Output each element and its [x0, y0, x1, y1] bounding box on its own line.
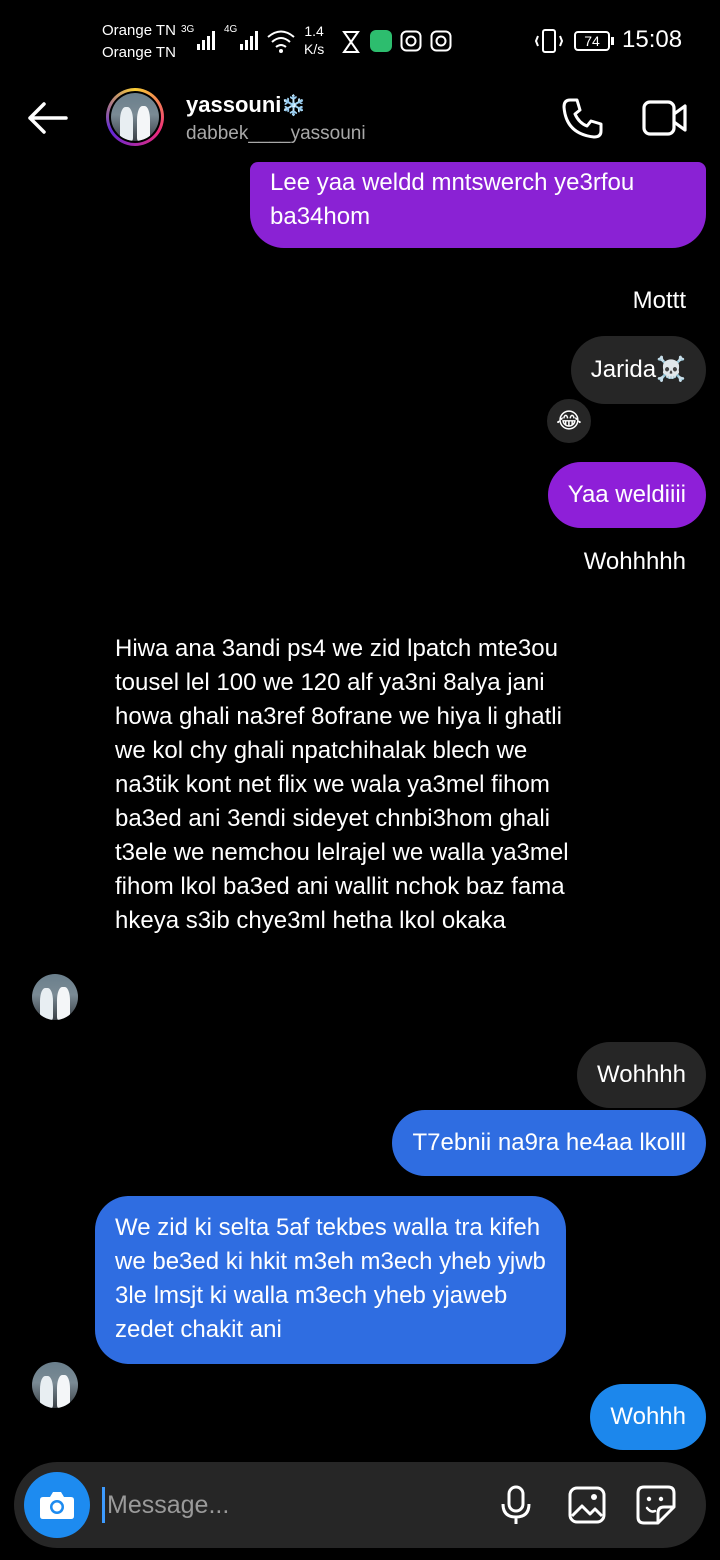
camera-button[interactable] — [24, 1472, 90, 1538]
gallery-icon[interactable] — [568, 1486, 606, 1524]
app-notification-icon — [370, 30, 392, 52]
snowflake-badge: ❄️ — [281, 95, 307, 117]
contact-avatar[interactable] — [32, 1362, 78, 1408]
microphone-icon[interactable] — [500, 1485, 532, 1525]
profile-avatar[interactable] — [106, 88, 164, 146]
reaction-badge[interactable]: 😂 — [544, 396, 594, 446]
hourglass-icon — [342, 31, 360, 53]
message-input[interactable]: Message... — [107, 1491, 500, 1520]
phone-icon[interactable] — [560, 96, 604, 140]
message-received[interactable]: We zid ki selta 5af tekbes walla tra kif… — [95, 1196, 566, 1364]
sticker-icon[interactable] — [636, 1485, 676, 1525]
camera-icon — [40, 1492, 74, 1519]
avatar — [111, 93, 159, 141]
message-sent[interactable]: Mottt — [633, 284, 686, 318]
message-received[interactable]: Hiwa ana 3andi ps4 we zid lpatch mte3ou … — [115, 632, 590, 938]
battery-icon: 74 — [574, 31, 610, 51]
message-sent[interactable]: Wohhhh — [577, 1042, 706, 1108]
instagram-notification-icon — [400, 30, 422, 52]
message-composer: Message... — [14, 1462, 706, 1548]
carrier-2: Orange TN — [102, 44, 176, 61]
message-sent[interactable]: Yaa weldiiii — [547, 462, 706, 528]
text-cursor — [102, 1487, 105, 1523]
contact-handle: dabbek____yassouni — [186, 123, 366, 144]
network-speed: 1.4 K/s — [304, 23, 325, 57]
contact-avatar[interactable] — [32, 974, 78, 1020]
message-sent[interactable]: Jarida☠️ — [570, 336, 706, 404]
battery-tip — [611, 37, 614, 45]
message-sent[interactable]: T7ebnii na9ra he4aa lkolll — [392, 1110, 706, 1176]
contact-name[interactable]: yassouni❄️ — [186, 92, 306, 118]
wifi-icon — [267, 30, 295, 53]
message-sent[interactable]: Wohhh — [590, 1384, 706, 1450]
back-arrow-icon[interactable] — [26, 100, 68, 136]
instagram-notification-icon-2 — [430, 30, 452, 52]
vibrate-icon — [534, 29, 564, 53]
video-icon[interactable] — [642, 98, 688, 138]
message-sent[interactable]: Lee yaa weldd mntswerch ye3rfou ba34hom — [250, 162, 706, 248]
carrier-1: Orange TN — [102, 22, 176, 39]
message-sent[interactable]: Wohhhhh — [584, 545, 686, 579]
clock: 15:08 — [622, 26, 683, 53]
